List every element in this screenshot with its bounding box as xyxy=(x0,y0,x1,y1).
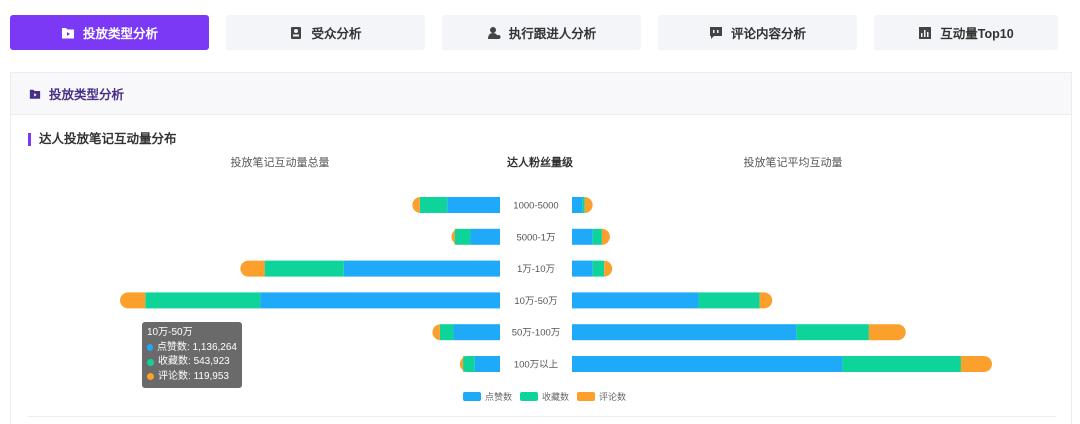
category-label: 10万-50万 xyxy=(514,296,557,307)
left-bar-segment xyxy=(474,356,500,372)
tooltip-row-favorites: 收藏数: 543,923 xyxy=(147,355,237,370)
left-bar-segment xyxy=(260,292,500,309)
right-bar-segment xyxy=(584,197,593,213)
right-bar-segment xyxy=(572,324,797,341)
right-bar-segment xyxy=(572,292,699,309)
left-bar-segment xyxy=(463,356,475,372)
right-bar-segment xyxy=(842,356,961,372)
left-bar-segment xyxy=(419,197,448,213)
left-bar-segment xyxy=(343,260,500,277)
legend-swatch xyxy=(577,392,596,401)
category-label: 1000-5000 xyxy=(513,201,558,212)
right-bar-segment xyxy=(582,197,585,213)
legend-item-likes[interactable]: 点赞数 xyxy=(463,390,512,403)
legend-item-favorites[interactable]: 收藏数 xyxy=(520,390,569,403)
right-bar-segment xyxy=(592,260,605,277)
legend-label: 收藏数 xyxy=(542,392,570,402)
right-bar-segment xyxy=(698,292,760,309)
left-bar-segment xyxy=(432,324,441,341)
left-bar-segment xyxy=(454,228,471,245)
right-bar-segment xyxy=(796,324,869,341)
right-bar-segment xyxy=(572,228,593,245)
right-bar-segment xyxy=(572,197,583,213)
category-label: 50万-100万 xyxy=(512,328,561,339)
left-bar-segment xyxy=(470,228,500,245)
left-bar-segment xyxy=(264,260,344,277)
tooltip-row-comments: 评论数: 119,953 xyxy=(147,370,237,385)
left-bar-segment xyxy=(439,324,454,341)
right-bar-segment xyxy=(759,292,773,309)
comments-dot-icon xyxy=(147,373,154,381)
right-bar-segment xyxy=(601,228,610,245)
category-label: 5000-1万 xyxy=(516,232,555,243)
left-bar-segment xyxy=(453,324,500,341)
right-bar-segment xyxy=(868,324,906,341)
right-bar-segment xyxy=(572,260,593,277)
tooltip-value: 1,136,264 xyxy=(192,341,238,353)
tooltip-label: 收藏数 xyxy=(158,356,188,367)
left-bar-segment xyxy=(412,197,421,213)
legend-item-comments[interactable]: 评论数 xyxy=(577,390,626,403)
right-bar-segment xyxy=(592,228,602,245)
right-bar-segment xyxy=(572,356,843,372)
legend-label: 评论数 xyxy=(599,392,627,402)
tooltip-row-likes: 点赞数: 1,136,264 xyxy=(147,341,237,356)
category-label: 1万-10万 xyxy=(517,264,555,275)
tooltip-label: 评论数 xyxy=(158,370,188,382)
tooltip-label: 点赞数 xyxy=(156,341,187,353)
left-bar-segment xyxy=(447,197,500,213)
likes-dot-icon xyxy=(147,344,153,352)
favorites-dot-icon xyxy=(147,358,154,366)
chart-legend: 点赞数 收藏数 评论数 xyxy=(463,390,634,403)
legend-swatch xyxy=(463,392,481,401)
right-bar-segment xyxy=(604,260,613,277)
left-bar-segment xyxy=(145,292,261,309)
legend-label: 点赞数 xyxy=(485,392,513,402)
chart-tooltip: 10万-50万 点赞数: 1,136,264 收藏数: 543,923 评论数:… xyxy=(142,322,242,388)
right-bar-segment xyxy=(960,356,992,372)
tooltip-value: 119,953 xyxy=(193,370,229,382)
tooltip-title: 10万-50万 xyxy=(147,327,193,338)
category-label: 100万以上 xyxy=(514,360,559,371)
left-bar-segment xyxy=(240,260,265,277)
tooltip-value: 543,923 xyxy=(193,356,230,367)
legend-swatch xyxy=(520,392,539,401)
left-bar-segment xyxy=(120,292,146,309)
divider xyxy=(28,416,1056,417)
